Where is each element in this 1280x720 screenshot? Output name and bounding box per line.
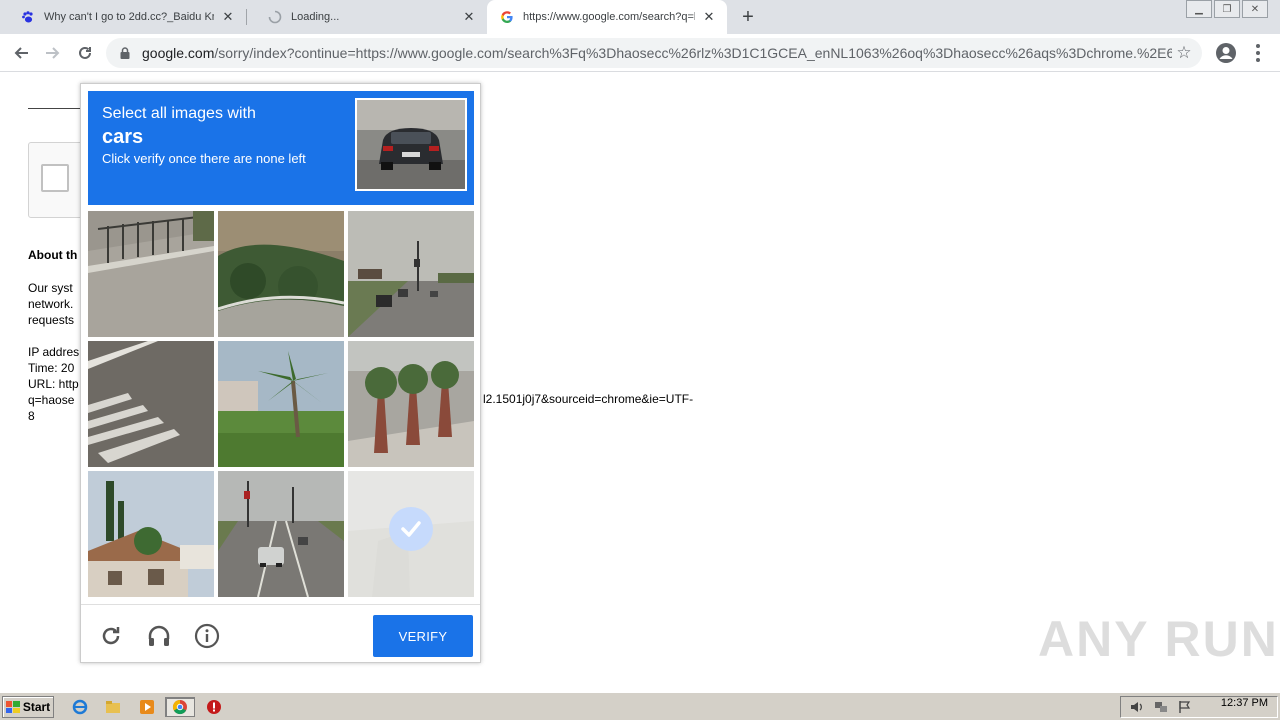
- tab-baidu[interactable]: Why can't I go to 2dd.cc?_Baidu Knowledg…: [0, 0, 246, 34]
- action-center-flag-icon[interactable]: [1177, 699, 1193, 715]
- sample-car-image: [355, 98, 467, 191]
- selected-check-icon: [389, 507, 433, 551]
- captcha-tile[interactable]: [88, 341, 214, 467]
- about-heading: About th: [28, 248, 78, 262]
- captcha-tile[interactable]: [88, 211, 214, 337]
- bookmark-star-icon[interactable]: ☆: [1172, 41, 1196, 65]
- image-grid: [88, 211, 474, 597]
- url-text[interactable]: google.com/sorry/index?continue=https://…: [142, 45, 1172, 61]
- reload-icon: [79, 46, 91, 59]
- challenge-footer: VERIFY: [81, 604, 480, 662]
- start-label: Start: [22, 700, 51, 714]
- reload-challenge-icon[interactable]: [98, 623, 124, 649]
- restore-button[interactable]: ❐: [1214, 0, 1240, 18]
- loading-spinner-icon: [267, 9, 283, 25]
- google-g-icon: [499, 9, 515, 25]
- anyrun-watermark: ANY RUN: [1038, 611, 1279, 667]
- audio-challenge-icon[interactable]: [146, 623, 172, 649]
- prompt-keyword: cars: [102, 126, 144, 148]
- tab-title: Loading...: [291, 11, 340, 23]
- profile-avatar-icon[interactable]: [1214, 41, 1238, 65]
- close-tab-icon[interactable]: ✕: [461, 9, 477, 25]
- chrome-taskbar-button[interactable]: [165, 697, 195, 717]
- url-host: google.com: [142, 45, 215, 61]
- prompt-instructions: Click verify once there are none left: [102, 151, 306, 166]
- tab-google-search[interactable]: https://www.google.com/search?q=haosecc …: [487, 0, 727, 34]
- challenge-header: Select all images with cars Click verify…: [88, 91, 474, 205]
- recaptcha-checkbox[interactable]: [41, 164, 69, 192]
- menu-kebab-icon[interactable]: [1250, 41, 1266, 65]
- forward-button[interactable]: [40, 40, 66, 66]
- baidu-paw-icon: [20, 9, 36, 25]
- lock-icon: [120, 47, 130, 59]
- forward-arrow-icon: [46, 47, 60, 59]
- captcha-tile[interactable]: [348, 341, 474, 467]
- file-explorer-icon[interactable]: [103, 697, 123, 717]
- internet-explorer-icon[interactable]: [70, 697, 90, 717]
- volume-icon[interactable]: [1129, 699, 1145, 715]
- explanation-text: Our syst network. requests IP addres Tim…: [28, 281, 80, 423]
- window-controls: ▁ ❐ ✕: [1184, 0, 1268, 18]
- url-path: /sorry/index?continue=https://www.google…: [214, 45, 1172, 61]
- tab-title: https://www.google.com/search?q=haosecc: [523, 11, 695, 23]
- captcha-tile[interactable]: [218, 211, 344, 337]
- tab-title: Why can't I go to 2dd.cc?_Baidu Knowledg…: [44, 11, 214, 23]
- windows-taskbar: Start 12:37 PM: [0, 692, 1280, 720]
- back-button[interactable]: [8, 40, 34, 66]
- reload-button[interactable]: [72, 40, 98, 66]
- close-window-button[interactable]: ✕: [1242, 0, 1268, 18]
- tab-loading[interactable]: Loading... ✕: [247, 0, 487, 34]
- chrome-icon: [172, 699, 187, 715]
- back-arrow-icon: [14, 47, 28, 59]
- prompt-text: Select all images with: [102, 105, 256, 122]
- captcha-tile[interactable]: [88, 471, 214, 597]
- windows-logo-icon: [5, 701, 20, 713]
- captcha-tile[interactable]: [348, 211, 474, 337]
- minimize-button[interactable]: ▁: [1186, 0, 1212, 18]
- tab-strip: Why can't I go to 2dd.cc?_Baidu Knowledg…: [0, 0, 1280, 34]
- captcha-tile-selected[interactable]: [348, 471, 474, 597]
- captcha-tile[interactable]: [218, 471, 344, 597]
- captcha-tile[interactable]: [218, 341, 344, 467]
- stop-sign-icon[interactable]: [204, 697, 224, 717]
- close-tab-icon[interactable]: ✕: [220, 9, 236, 25]
- media-player-icon[interactable]: [137, 697, 157, 717]
- divider: [28, 108, 88, 109]
- close-tab-icon[interactable]: ✕: [701, 9, 717, 25]
- new-tab-button[interactable]: +: [737, 6, 759, 28]
- info-icon[interactable]: [194, 623, 220, 649]
- recaptcha-challenge: Select all images with cars Click verify…: [80, 83, 481, 663]
- request-url-text: l2.1501j0j7&sourceid=chrome&ie=UTF-: [483, 392, 694, 406]
- start-button[interactable]: Start: [2, 696, 54, 718]
- address-bar[interactable]: google.com/sorry/index?continue=https://…: [106, 38, 1202, 68]
- browser-toolbar: google.com/sorry/index?continue=https://…: [0, 34, 1280, 72]
- network-icon[interactable]: [1153, 699, 1169, 715]
- verify-button[interactable]: VERIFY: [373, 615, 473, 657]
- clock: 12:37 PM: [1220, 697, 1268, 709]
